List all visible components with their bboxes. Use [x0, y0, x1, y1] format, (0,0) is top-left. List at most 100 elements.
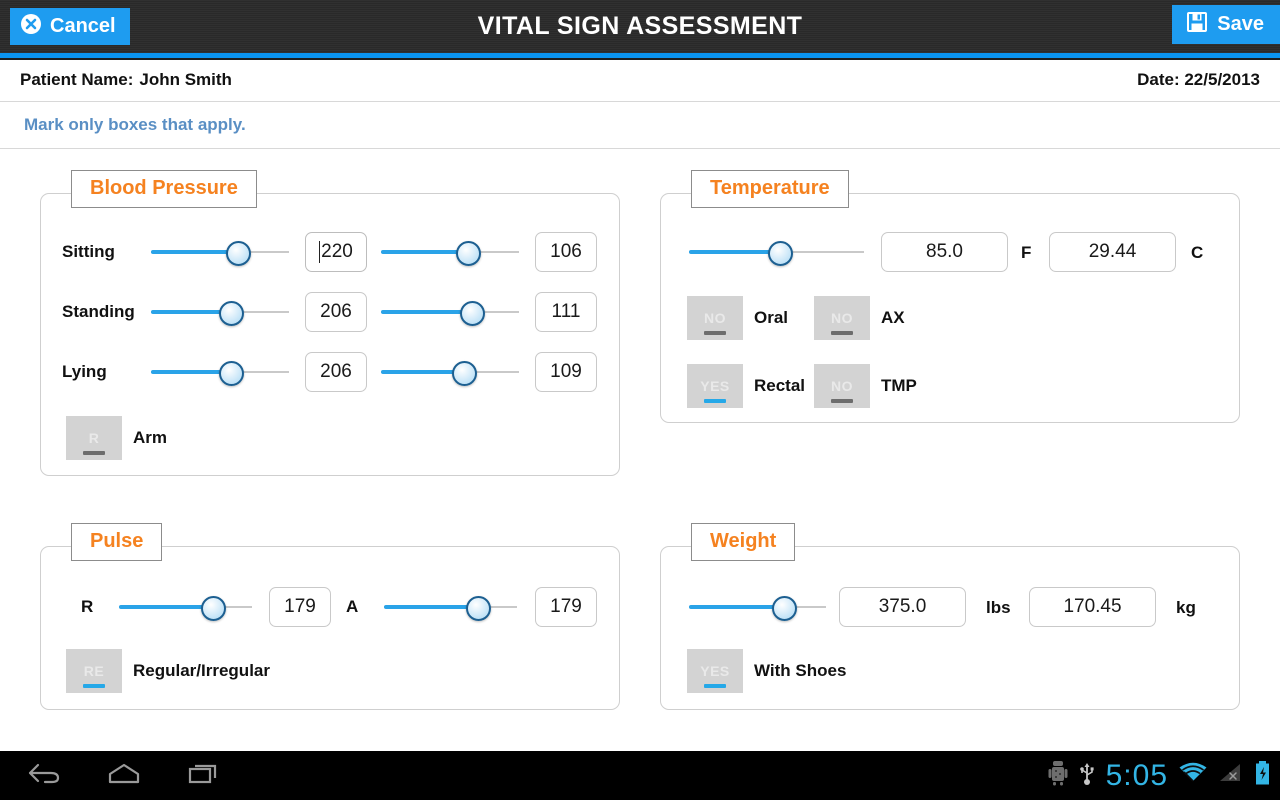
home-button[interactable]: [84, 751, 164, 800]
pulse-rate-input[interactable]: 179: [269, 587, 331, 627]
pulse-rate-slider[interactable]: [119, 590, 252, 624]
ax-toggle-value: NO: [831, 310, 853, 326]
blood-pressure-panel-title: Blood Pressure: [71, 170, 257, 208]
floppy-disk-icon: [1186, 11, 1208, 38]
ax-toggle[interactable]: NO: [814, 296, 870, 340]
slider-fill: [689, 605, 784, 609]
bp-standing-systolic-slider[interactable]: [151, 295, 289, 329]
regular-irregular-toggle-label: Regular/Irregular: [133, 661, 270, 680]
bp-standing-systolic-input[interactable]: 206: [305, 292, 367, 332]
temperature-slider[interactable]: [689, 235, 864, 269]
slider-fill: [151, 250, 238, 254]
bp-standing-diastolic-value: 111: [551, 301, 581, 322]
weight-kg-value: 170.45: [1063, 596, 1122, 617]
with-shoes-toggle[interactable]: YES: [687, 649, 743, 693]
toggle-indicator-bar: [704, 331, 726, 335]
instruction-text: Mark only boxes that apply.: [24, 115, 246, 134]
slider-thumb[interactable]: [771, 596, 797, 621]
recent-apps-button[interactable]: [164, 751, 244, 800]
pulse-rate-label: R: [81, 597, 94, 616]
rectal-toggle[interactable]: YES: [687, 364, 743, 408]
save-button[interactable]: Save: [1172, 5, 1280, 44]
pulse-apical-label: A: [346, 597, 359, 616]
bp-sitting-diastolic-slider[interactable]: [381, 235, 519, 269]
weight-lbs-input[interactable]: 375.0: [839, 587, 966, 627]
pulse-apical-input[interactable]: 179: [535, 587, 597, 627]
bp-sitting-diastolic-value: 106: [550, 241, 582, 262]
weight-lbs-unit: lbs: [986, 598, 1011, 617]
pulse-panel-title: Pulse: [71, 523, 163, 561]
regular-irregular-toggle[interactable]: RE: [66, 649, 122, 693]
slider-thumb[interactable]: [225, 241, 251, 266]
rectal-toggle-label: Rectal: [754, 376, 806, 395]
table-row: Lying 206 109: [41, 350, 621, 394]
arm-toggle[interactable]: R: [66, 416, 122, 460]
pulse-input-row: R 179 A 179: [41, 585, 621, 629]
arm-toggle-value: R: [88, 430, 100, 446]
title-bar: VITAL SIGN ASSESSMENT Cancel Save: [0, 0, 1280, 53]
with-shoes-toggle-label: With Shoes: [754, 661, 847, 680]
page-title: VITAL SIGN ASSESSMENT: [477, 12, 803, 40]
toggle-indicator-bar: [83, 684, 105, 688]
patient-name-value: John Smith: [139, 70, 232, 89]
toggle-indicator-bar: [704, 684, 726, 688]
vital-sign-assessment-screen: VITAL SIGN ASSESSMENT Cancel Save Patien…: [0, 0, 1280, 800]
bp-lying-diastolic-input[interactable]: 109: [535, 352, 597, 392]
bp-standing-diastolic-slider[interactable]: [381, 295, 519, 329]
toggle-indicator-bar: [831, 331, 853, 335]
weight-panel: Weight 375.0 lbs 170.45 kg YES With Shoe…: [660, 523, 1240, 710]
bp-standing-diastolic-input[interactable]: 111: [535, 292, 597, 332]
pulse-apical-slider[interactable]: [384, 590, 517, 624]
weight-kg-input[interactable]: 170.45: [1029, 587, 1156, 627]
circle-x-icon: [20, 13, 42, 40]
oral-toggle-group: NO Oral: [687, 296, 788, 340]
with-shoes-toggle-value: YES: [700, 663, 730, 679]
slider-fill: [381, 310, 473, 314]
slider-thumb[interactable]: [219, 301, 245, 326]
bp-sitting-systolic-input[interactable]: 220: [305, 232, 367, 272]
assessment-date: Date: 22/5/2013: [1137, 70, 1260, 89]
bp-sitting-systolic-slider[interactable]: [151, 235, 289, 269]
cancel-button-label: Cancel: [50, 15, 116, 37]
status-tray: 5:05: [1048, 751, 1280, 800]
slider-fill: [689, 250, 780, 254]
temperature-c-value: 29.44: [1088, 241, 1137, 262]
battery-charging-icon: [1254, 760, 1272, 791]
rectal-toggle-group: YES Rectal: [687, 364, 805, 408]
toggle-indicator-bar: [83, 451, 105, 455]
bp-lying-systolic-slider[interactable]: [151, 355, 289, 389]
slider-thumb[interactable]: [466, 596, 492, 621]
slider-thumb[interactable]: [219, 361, 245, 386]
slider-fill: [384, 605, 479, 609]
temperature-c-input[interactable]: 29.44: [1049, 232, 1176, 272]
instruction-row: Mark only boxes that apply.: [0, 102, 1280, 149]
tmp-toggle[interactable]: NO: [814, 364, 870, 408]
text-caret: [319, 241, 321, 263]
slider-thumb[interactable]: [460, 301, 486, 326]
cancel-button[interactable]: Cancel: [10, 8, 130, 45]
slider-thumb[interactable]: [201, 596, 227, 621]
temperature-panel-title: Temperature: [691, 170, 849, 208]
temperature-f-input[interactable]: 85.0: [881, 232, 1008, 272]
slider-thumb[interactable]: [451, 361, 477, 386]
patient-name: Patient Name: John Smith: [20, 70, 232, 90]
bp-lying-diastolic-value: 109: [550, 361, 582, 382]
slider-fill: [381, 250, 468, 254]
home-icon: [104, 760, 144, 791]
regular-irregular-toggle-group: RE Regular/Irregular: [66, 649, 270, 693]
slider-thumb[interactable]: [455, 241, 481, 266]
arm-toggle-label: Arm: [133, 428, 168, 447]
bp-lying-systolic-input[interactable]: 206: [305, 352, 367, 392]
wifi-icon: [1178, 761, 1208, 790]
oral-toggle[interactable]: NO: [687, 296, 743, 340]
oral-toggle-value: NO: [704, 310, 726, 326]
back-button[interactable]: [4, 751, 84, 800]
table-row: Sitting 220 106: [41, 230, 621, 274]
toggle-indicator-bar: [704, 399, 726, 403]
weight-slider[interactable]: [689, 590, 826, 624]
bp-sitting-diastolic-input[interactable]: 106: [535, 232, 597, 272]
bp-lying-diastolic-slider[interactable]: [381, 355, 519, 389]
android-navigation-bar: 5:05: [0, 751, 1280, 800]
slider-thumb[interactable]: [768, 241, 793, 266]
with-shoes-toggle-group: YES With Shoes: [687, 649, 846, 693]
